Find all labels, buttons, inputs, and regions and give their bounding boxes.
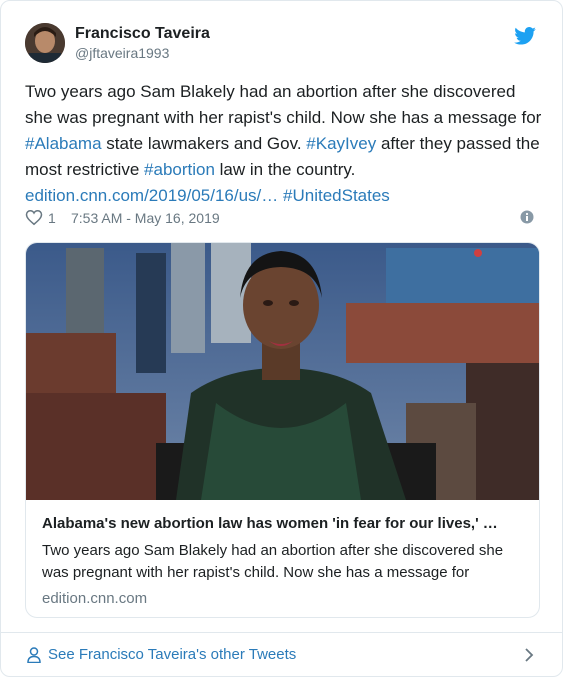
article-link[interactable]: edition.cnn.com/2019/05/16/us/… bbox=[25, 186, 278, 205]
tweet-meta: 1 7:53 AM - May 16, 2019 bbox=[25, 208, 542, 230]
link-preview-card[interactable]: Alabama's new abortion law has women 'in… bbox=[25, 242, 540, 618]
other-tweets-link[interactable]: See Francisco Taveira's other Tweets bbox=[48, 646, 296, 663]
card-thumbnail-image[interactable] bbox=[26, 243, 540, 500]
tweet-card: Francisco Taveira @jftaveira1993 Two yea… bbox=[0, 0, 563, 677]
person-icon bbox=[27, 647, 41, 663]
timestamp[interactable]: 7:53 AM - May 16, 2019 bbox=[71, 210, 220, 226]
card-domain: edition.cnn.com bbox=[42, 590, 148, 607]
card-body: Alabama's new abortion law has women 'in… bbox=[42, 514, 527, 609]
tweet-text: Two years ago Sam Blakely had an abortio… bbox=[25, 79, 545, 209]
tweet-header: Francisco Taveira @jftaveira1993 bbox=[25, 23, 542, 69]
avatar[interactable] bbox=[25, 23, 65, 63]
twitter-bird-icon[interactable] bbox=[514, 27, 536, 45]
other-tweets-footer[interactable]: See Francisco Taveira's other Tweets bbox=[1, 632, 562, 676]
tweet-text-segment: Two years ago Sam Blakely had an abortio… bbox=[25, 82, 542, 127]
hashtag-unitedstates[interactable]: #UnitedStates bbox=[283, 186, 390, 205]
heart-icon[interactable] bbox=[25, 209, 43, 226]
tweet-text-segment: law in the country. bbox=[214, 160, 356, 179]
chevron-right-icon[interactable] bbox=[524, 647, 534, 663]
author-name[interactable]: Francisco Taveira bbox=[75, 25, 210, 43]
hashtag-kayivey[interactable]: #KayIvey bbox=[306, 134, 376, 153]
card-title[interactable]: Alabama's new abortion law has women 'in… bbox=[42, 514, 527, 534]
like-count[interactable]: 1 bbox=[48, 210, 56, 226]
hashtag-alabama[interactable]: #Alabama bbox=[25, 134, 102, 153]
hashtag-abortion[interactable]: #abortion bbox=[144, 160, 215, 179]
info-icon[interactable] bbox=[520, 210, 534, 224]
card-description: Two years ago Sam Blakely had an abortio… bbox=[42, 542, 504, 581]
tweet-text-segment: state lawmakers and Gov. bbox=[101, 134, 307, 153]
author-handle[interactable]: @jftaveira1993 bbox=[75, 45, 169, 61]
